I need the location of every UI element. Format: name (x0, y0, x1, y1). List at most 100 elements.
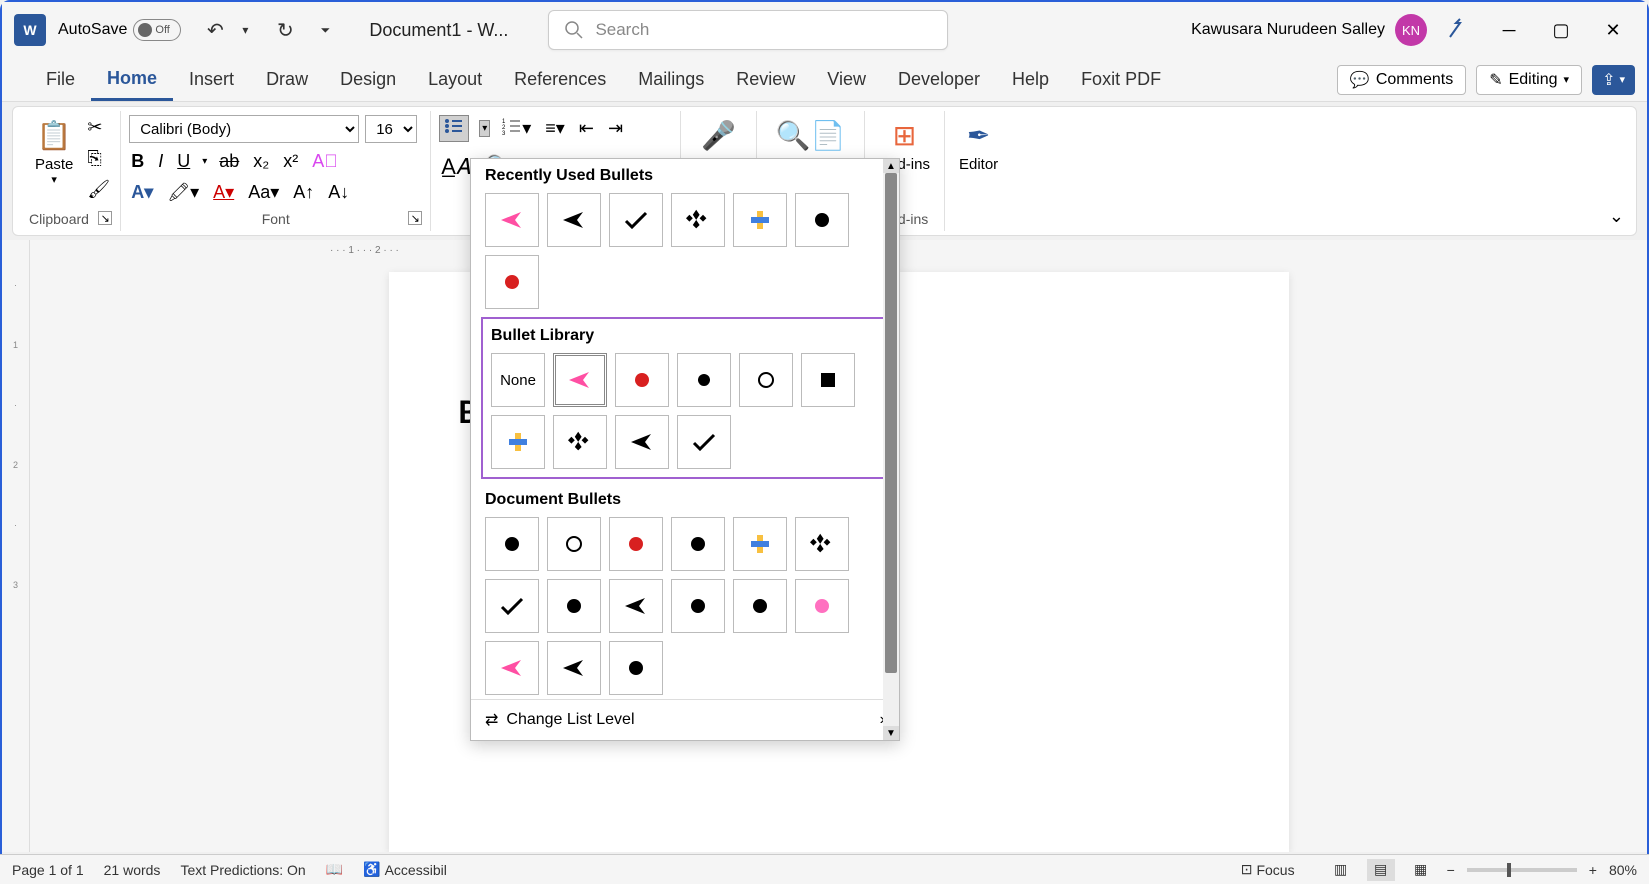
bullet-color-cross[interactable] (491, 415, 545, 469)
bullet-checkmark[interactable] (677, 415, 731, 469)
redo-button[interactable]: ↻ (269, 14, 301, 46)
bullets-button[interactable] (439, 115, 469, 142)
bullet-black-dot[interactable] (609, 641, 663, 695)
bullet-black-dot-small[interactable] (677, 353, 731, 407)
undo-dropdown[interactable]: ▾ (229, 14, 261, 46)
strikethrough-button[interactable]: ab (217, 149, 241, 174)
paste-button[interactable]: 📋 Paste ▾ (29, 115, 79, 190)
close-button[interactable]: ✕ (1591, 12, 1635, 48)
autosave-switch[interactable]: Off (133, 19, 181, 41)
tab-file[interactable]: File (30, 58, 91, 101)
highlight-button[interactable]: 🖍▾ (165, 180, 201, 205)
cut-button[interactable]: ✂ (85, 115, 112, 140)
bullet-black-dot[interactable] (485, 517, 539, 571)
increase-indent-button[interactable]: ⇥ (606, 116, 625, 141)
tab-design[interactable]: Design (324, 58, 412, 101)
editor-button[interactable]: ✒ Editor (953, 115, 1004, 177)
font-color-button[interactable]: A▾ (211, 180, 236, 205)
tab-references[interactable]: References (498, 58, 622, 101)
accessibility-button[interactable]: ♿Accessibil (363, 861, 447, 878)
format-painter-button[interactable]: 🖌 (85, 177, 112, 202)
dropdown-scrollbar[interactable]: ▲ ▼ (883, 159, 899, 740)
scroll-down-arrow[interactable]: ▼ (883, 726, 899, 740)
tab-help[interactable]: Help (996, 58, 1065, 101)
bullet-checkmark[interactable] (485, 579, 539, 633)
bullet-red-dot[interactable] (609, 517, 663, 571)
tab-foxit-pdf[interactable]: Foxit PDF (1065, 58, 1177, 101)
bullet-red-dot[interactable] (615, 353, 669, 407)
bullet-pink-arrow[interactable] (485, 641, 539, 695)
tab-mailings[interactable]: Mailings (622, 58, 720, 101)
font-name-select[interactable]: Calibri (Body) (129, 115, 359, 143)
tab-developer[interactable]: Developer (882, 58, 996, 101)
tab-home[interactable]: Home (91, 58, 173, 101)
styles-button[interactable]: A̲𝐴 (439, 152, 472, 182)
search-input[interactable]: Search (548, 10, 948, 50)
minimize-button[interactable]: ─ (1487, 12, 1531, 48)
bullet-hollow-circle[interactable] (547, 517, 601, 571)
font-size-select[interactable]: 16 (365, 115, 417, 143)
bullet-red-dot[interactable] (485, 255, 539, 309)
copy-button[interactable]: ⎘ (85, 146, 112, 171)
bullet-black-dot[interactable] (547, 579, 601, 633)
maximize-button[interactable]: ▢ (1539, 12, 1583, 48)
bullet-black-arrow[interactable] (547, 641, 601, 695)
grow-font-button[interactable]: A↑ (291, 180, 316, 205)
editing-mode-button[interactable]: ✎ Editing ▾ (1476, 65, 1582, 95)
focus-mode-button[interactable]: ⊡Focus (1241, 861, 1295, 878)
bullets-dropdown[interactable]: ▾ (479, 120, 490, 137)
tab-layout[interactable]: Layout (412, 58, 498, 101)
chevron-down-icon[interactable]: ▾ (202, 156, 207, 167)
print-layout-view[interactable]: ▤ (1367, 859, 1395, 881)
numbering-button[interactable]: 123▾ (500, 116, 533, 141)
bullet-hollow-circle[interactable] (739, 353, 793, 407)
bullet-black-dot[interactable] (671, 579, 725, 633)
bullet-color-cross[interactable] (733, 193, 787, 247)
zoom-level[interactable]: 80% (1609, 862, 1637, 878)
shrink-font-button[interactable]: A↓ (326, 180, 351, 205)
italic-button[interactable]: I (156, 149, 165, 174)
multilevel-list-button[interactable]: ≡▾ (543, 116, 567, 141)
bullet-none[interactable]: None (491, 353, 545, 407)
bullet-pink-arrow[interactable] (553, 353, 607, 407)
scroll-thumb[interactable] (885, 173, 897, 673)
clear-formatting-button[interactable]: A⃠ (310, 149, 340, 174)
zoom-out-button[interactable]: − (1447, 862, 1455, 878)
bullet-black-arrow[interactable] (609, 579, 663, 633)
coming-soon-icon[interactable] (1435, 12, 1479, 48)
clipboard-dialog-launcher[interactable]: ↘ (98, 211, 112, 225)
word-count[interactable]: 21 words (104, 862, 161, 878)
decrease-indent-button[interactable]: ⇤ (577, 116, 596, 141)
bullet-four-diamonds[interactable] (795, 517, 849, 571)
ribbon-collapse-button[interactable]: ⌄ (1609, 206, 1624, 227)
superscript-button[interactable]: x² (281, 149, 300, 174)
qat-customize[interactable]: ⏷ (309, 14, 341, 46)
autosave-toggle[interactable]: AutoSave Off (58, 19, 181, 41)
bold-button[interactable]: B (129, 149, 146, 174)
scroll-up-arrow[interactable]: ▲ (883, 159, 899, 173)
tab-insert[interactable]: Insert (173, 58, 250, 101)
tab-review[interactable]: Review (720, 58, 811, 101)
zoom-slider-knob[interactable] (1507, 863, 1511, 877)
share-button[interactable]: ⇪ ▾ (1592, 65, 1635, 95)
page-indicator[interactable]: Page 1 of 1 (12, 862, 84, 878)
zoom-in-button[interactable]: + (1589, 862, 1597, 878)
bullet-black-arrow[interactable] (547, 193, 601, 247)
bullet-four-diamonds[interactable] (553, 415, 607, 469)
comments-button[interactable]: 💬 Comments (1337, 65, 1466, 95)
bullet-pink-dot[interactable] (795, 579, 849, 633)
bullet-checkmark[interactable] (609, 193, 663, 247)
web-layout-view[interactable]: ▦ (1407, 859, 1435, 881)
bullet-black-dot[interactable] (795, 193, 849, 247)
undo-button[interactable]: ↶ (199, 14, 231, 46)
bullet-black-dot[interactable] (733, 579, 787, 633)
change-list-level-item[interactable]: ⇄ Change List Level › (471, 699, 899, 740)
bullet-black-square[interactable] (801, 353, 855, 407)
bullet-color-cross[interactable] (733, 517, 787, 571)
subscript-button[interactable]: x₂ (251, 149, 271, 174)
tab-draw[interactable]: Draw (250, 58, 324, 101)
bullet-pink-arrow[interactable] (485, 193, 539, 247)
text-predictions-status[interactable]: Text Predictions: On (180, 862, 305, 878)
language-button[interactable]: 📖 (326, 861, 343, 878)
underline-button[interactable]: U (175, 149, 192, 174)
